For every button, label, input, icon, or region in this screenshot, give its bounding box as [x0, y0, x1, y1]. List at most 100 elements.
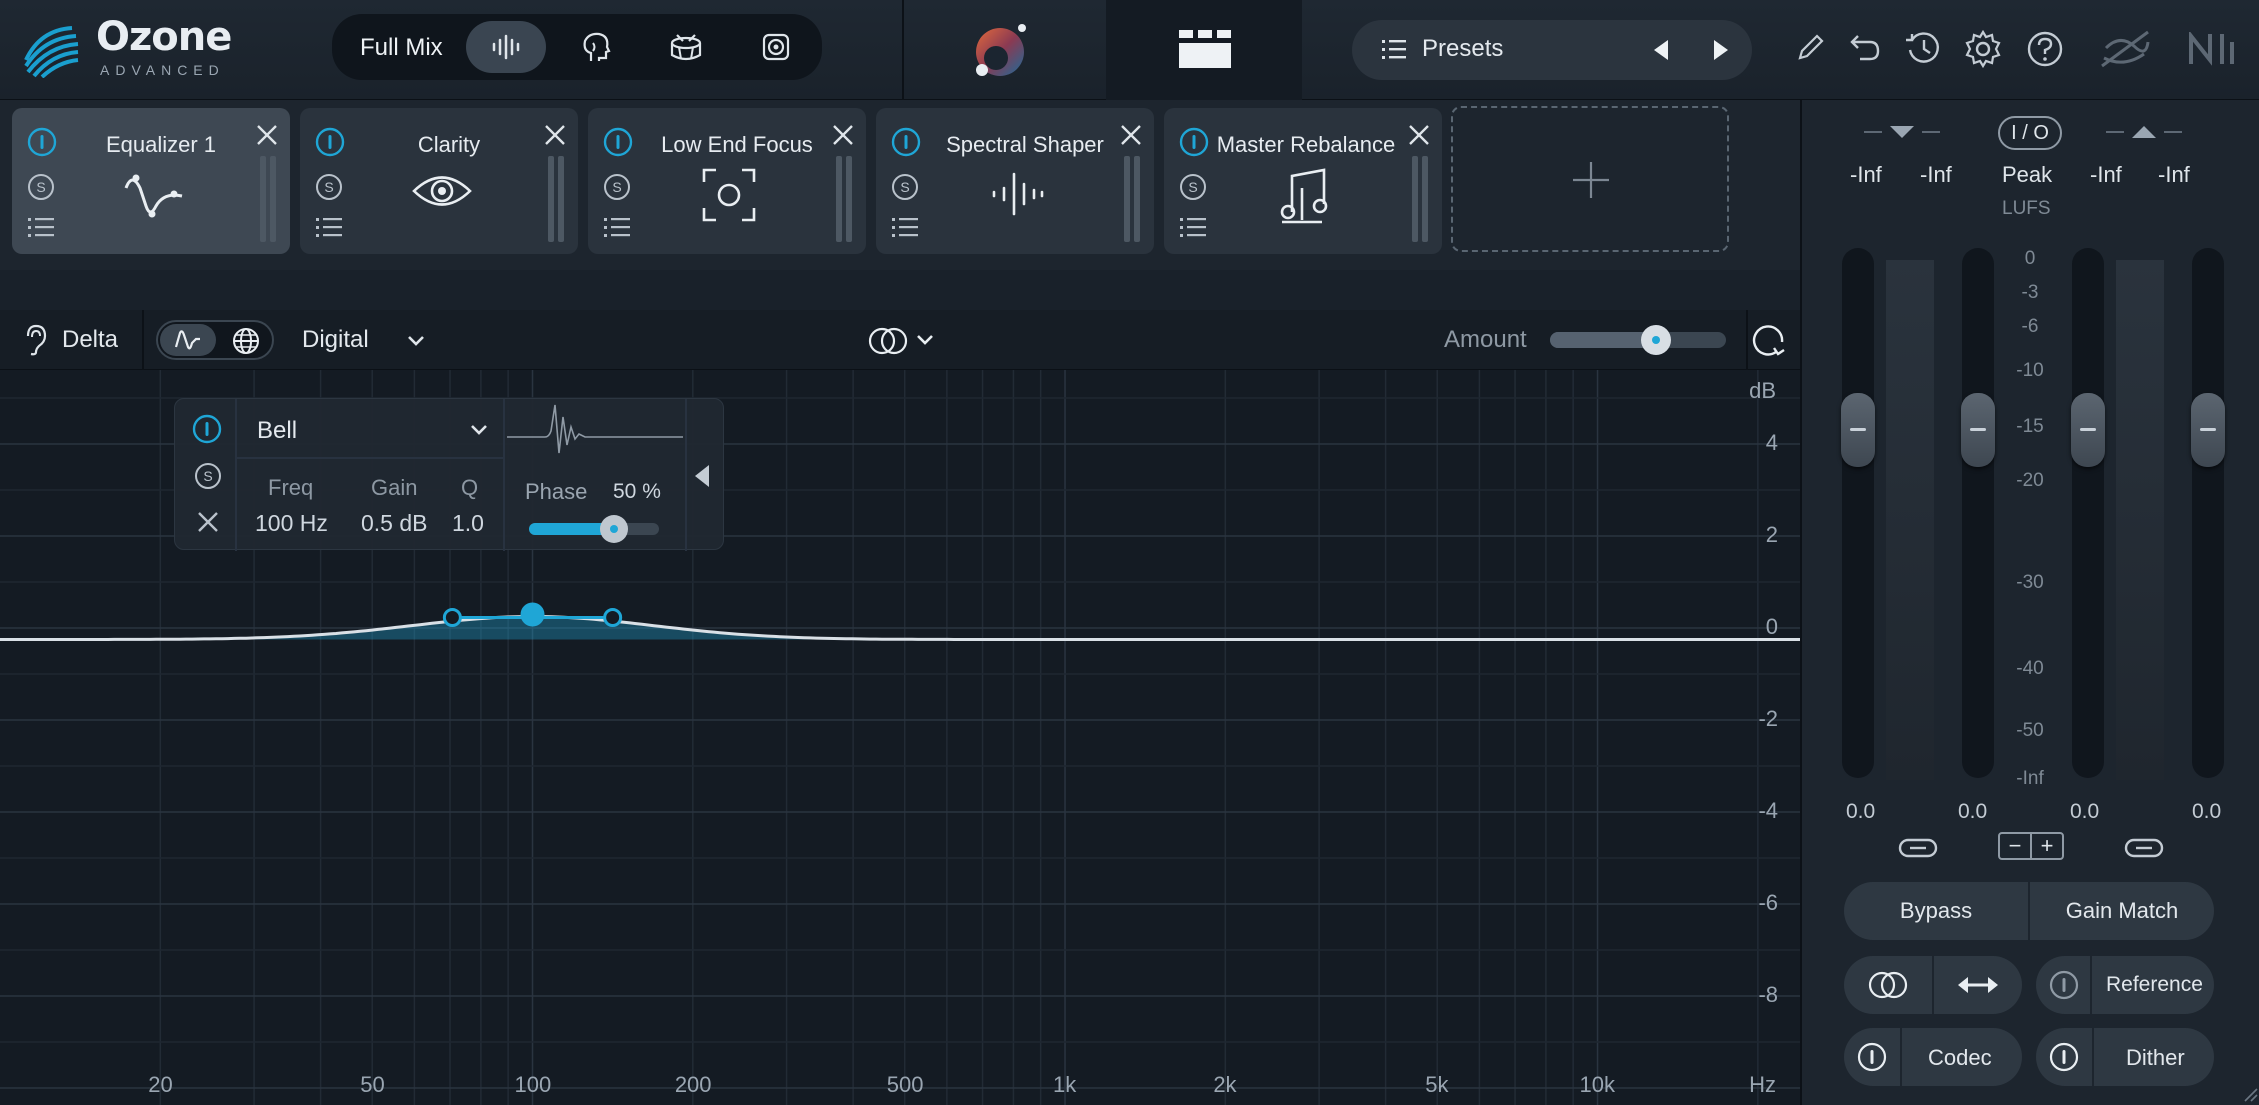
- solo-icon[interactable]: S: [602, 172, 632, 202]
- gain-increase-button[interactable]: +: [2032, 834, 2062, 858]
- list-icon[interactable]: [604, 216, 630, 238]
- module-spectral-shaper[interactable]: S Spectral Shaper: [876, 108, 1154, 254]
- power-icon[interactable]: [314, 126, 346, 158]
- db-tick-label: -8: [1758, 982, 1778, 1007]
- hz-tick-label: 50: [360, 1072, 385, 1097]
- power-icon[interactable]: [26, 126, 58, 158]
- input-left-fader-track[interactable]: [1842, 248, 1874, 778]
- learn-refresh-icon[interactable]: [1748, 320, 1788, 360]
- dither-button[interactable]: Dither: [2036, 1028, 2214, 1086]
- output-left-fader-track[interactable]: [2072, 248, 2104, 778]
- previous-preset-icon[interactable]: [1650, 38, 1670, 62]
- power-icon[interactable]: [890, 126, 922, 158]
- output-right-fader-handle[interactable]: [2191, 393, 2225, 467]
- chevron-down-icon: [471, 425, 487, 435]
- output-right-fader-track[interactable]: [2192, 248, 2224, 778]
- close-icon[interactable]: [1118, 122, 1144, 148]
- input-left-gain-value[interactable]: 0.0: [1846, 800, 1875, 824]
- module-clarity[interactable]: S Clarity: [300, 108, 578, 254]
- undo-button[interactable]: [1848, 32, 1882, 62]
- gain-value-field[interactable]: 0.5 dB: [361, 510, 428, 537]
- history-button[interactable]: [1904, 30, 1942, 66]
- hz-unit-label: Hz: [1749, 1072, 1776, 1097]
- power-icon[interactable]: [1178, 126, 1210, 158]
- help-button[interactable]: [2026, 30, 2064, 68]
- io-toggle-button[interactable]: I / O: [1998, 116, 2062, 150]
- resize-grip-icon[interactable]: [2242, 1086, 2258, 1102]
- close-icon[interactable]: [830, 122, 856, 148]
- bypass-button[interactable]: Bypass: [1844, 882, 2028, 940]
- reference-button[interactable]: Reference: [2036, 956, 2214, 1014]
- input-left-fader-handle[interactable]: [1841, 393, 1875, 467]
- divider: [685, 399, 687, 551]
- power-icon[interactable]: [602, 126, 634, 158]
- list-icon[interactable]: [1180, 216, 1206, 238]
- mode-vocal-button[interactable]: [556, 21, 636, 73]
- close-icon[interactable]: [254, 122, 280, 148]
- module-low-end-focus[interactable]: S Low End Focus: [588, 108, 866, 254]
- input-link-icon[interactable]: [1898, 836, 1938, 860]
- filter-mode-select[interactable]: Digital: [302, 326, 369, 354]
- module-level-meter: [836, 156, 852, 242]
- band-width-handle-right[interactable]: [603, 608, 623, 627]
- band-width-handle-left[interactable]: [442, 608, 462, 627]
- collapse-arrow-icon[interactable]: [693, 463, 711, 489]
- module-master-rebalance[interactable]: S Master Rebalance: [1164, 108, 1442, 254]
- close-icon[interactable]: [1406, 122, 1432, 148]
- freq-value-field[interactable]: 100 Hz: [255, 510, 328, 537]
- ozone-plug-button[interactable]: [2098, 28, 2152, 70]
- band-solo-icon[interactable]: S: [193, 461, 223, 491]
- band-node-1[interactable]: [520, 602, 545, 627]
- solo-icon[interactable]: S: [314, 172, 344, 202]
- curve-view-button[interactable]: [160, 324, 216, 356]
- band-power-icon[interactable]: [191, 413, 223, 445]
- module-equalizer[interactable]: S Equalizer 1: [12, 108, 290, 254]
- band-type-select[interactable]: Bell: [237, 399, 503, 459]
- module-level-meter: [260, 156, 276, 242]
- input-right-fader-handle[interactable]: [1961, 393, 1995, 467]
- presets-button[interactable]: Presets: [1422, 35, 1503, 63]
- module-view-button[interactable]: [1106, 0, 1302, 100]
- amount-slider[interactable]: [1550, 325, 1726, 355]
- output-left-fader-handle[interactable]: [2071, 393, 2105, 467]
- band-delete-icon[interactable]: [195, 509, 221, 535]
- phase-slider-handle[interactable]: [600, 515, 628, 543]
- phase-slider[interactable]: [529, 515, 659, 543]
- solo-icon[interactable]: S: [26, 172, 56, 202]
- lufs-mode-button[interactable]: LUFS: [2002, 198, 2051, 220]
- chevron-down-icon[interactable]: [406, 334, 426, 348]
- codec-button[interactable]: Codec: [1844, 1028, 2022, 1086]
- stereo-mode-button[interactable]: [868, 326, 938, 356]
- list-icon[interactable]: [892, 216, 918, 238]
- q-label: Q: [461, 475, 479, 500]
- delta-button[interactable]: Delta: [62, 326, 118, 354]
- add-module-button[interactable]: [1451, 106, 1729, 252]
- peak-mode-button[interactable]: Peak: [2002, 162, 2052, 188]
- list-icon[interactable]: [316, 216, 342, 238]
- globe-view-button[interactable]: [218, 324, 272, 356]
- input-right-fader-track[interactable]: [1962, 248, 1994, 778]
- mode-full-mix-button[interactable]: [466, 21, 546, 73]
- amount-slider-handle[interactable]: [1640, 325, 1671, 355]
- output-left-gain-value[interactable]: 0.0: [2070, 800, 2099, 824]
- q-value-field[interactable]: 1.0: [452, 510, 484, 537]
- stereo-monitor-button[interactable]: [1844, 956, 1932, 1014]
- output-right-meter: [2140, 260, 2164, 780]
- master-assistant-button[interactable]: [972, 22, 1032, 80]
- curve-icon: [174, 330, 200, 350]
- pencil-button[interactable]: [1796, 32, 1826, 62]
- settings-button[interactable]: [1964, 30, 2002, 68]
- mode-speaker-button[interactable]: [736, 21, 816, 73]
- next-preset-icon[interactable]: [1712, 38, 1732, 62]
- output-link-icon[interactable]: [2124, 836, 2164, 860]
- gain-match-button[interactable]: Gain Match: [2030, 882, 2214, 940]
- close-icon[interactable]: [542, 122, 568, 148]
- swap-channels-button[interactable]: [1934, 956, 2022, 1014]
- mode-drums-button[interactable]: [646, 21, 726, 73]
- output-right-gain-value[interactable]: 0.0: [2192, 800, 2221, 824]
- input-right-gain-value[interactable]: 0.0: [1958, 800, 1987, 824]
- gain-decrease-button[interactable]: −: [2000, 834, 2032, 858]
- list-icon[interactable]: [28, 216, 54, 238]
- solo-icon[interactable]: S: [890, 172, 920, 202]
- solo-icon[interactable]: S: [1178, 172, 1208, 202]
